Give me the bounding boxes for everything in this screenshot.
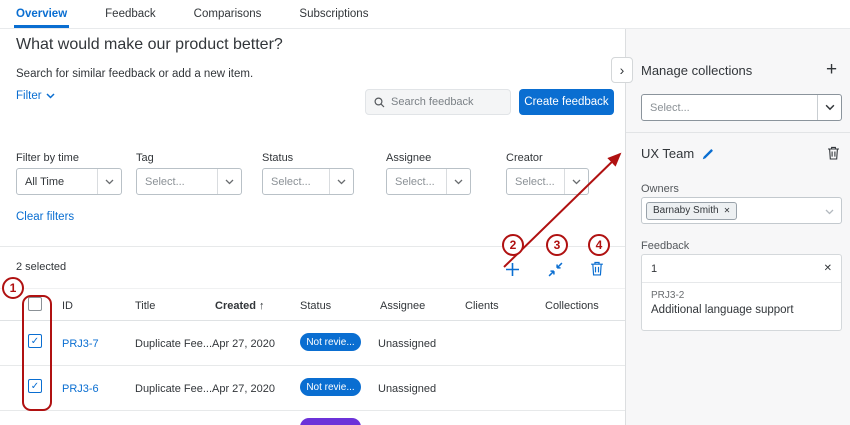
row-status-pill[interactable]: Not revie... [300, 378, 361, 396]
top-tab-bar: Overview Feedback Comparisons Subscripti… [0, 0, 850, 29]
tab-overview[interactable]: Overview [16, 0, 67, 28]
page-title: What would make our product better? [16, 36, 283, 54]
edit-icon[interactable] [702, 148, 714, 160]
filter-select-time[interactable]: All Time [16, 168, 122, 195]
divider [0, 410, 625, 411]
row-assignee: Unassigned [378, 383, 436, 395]
column-id[interactable]: ID [62, 300, 73, 312]
annotation-circle-4: 4 [588, 234, 610, 256]
search-icon [374, 97, 385, 108]
owners-select[interactable]: Barnaby Smith ✕ [641, 197, 842, 224]
filter-toggle[interactable]: Filter [16, 90, 55, 102]
owner-tag: Barnaby Smith ✕ [646, 202, 737, 220]
feedback-app-page: Overview Feedback Comparisons Subscripti… [0, 0, 850, 425]
chevron-down-icon [329, 169, 353, 194]
filter-select-tag[interactable]: Select... [136, 168, 242, 195]
row-status-pill[interactable]: Not revie... [300, 333, 361, 351]
feedback-filter-value: 1 [651, 263, 657, 275]
column-status[interactable]: Status [300, 300, 331, 312]
column-created-label: Created [215, 300, 256, 312]
feedback-item-title: Additional language support [651, 304, 832, 316]
filter-select-tag-value: Select... [137, 176, 217, 188]
chevron-down-icon [564, 169, 588, 194]
feedback-filter-row[interactable]: 1 ✕ [642, 255, 841, 283]
filter-select-creator[interactable]: Select... [506, 168, 589, 195]
filter-select-status[interactable]: Select... [262, 168, 354, 195]
column-title[interactable]: Title [135, 300, 155, 312]
column-assignee[interactable]: Assignee [380, 300, 425, 312]
annotation-rect-checkboxes [22, 295, 52, 411]
chevron-down-icon [825, 202, 834, 220]
filter-toggle-label: Filter [16, 90, 42, 102]
owners-label: Owners [641, 183, 679, 195]
remove-owner-icon[interactable]: ✕ [724, 206, 731, 215]
delete-collection-icon[interactable] [827, 146, 840, 164]
column-created[interactable]: Created ↑ [215, 300, 265, 312]
filter-label-time: Filter by time [16, 152, 79, 164]
tab-feedback[interactable]: Feedback [105, 0, 156, 28]
divider [0, 246, 625, 247]
search-placeholder: Search feedback [391, 96, 474, 108]
chevron-down-icon [97, 169, 121, 194]
filter-select-time-value: All Time [17, 176, 97, 188]
divider [0, 365, 625, 366]
filter-label-creator: Creator [506, 152, 543, 164]
annotation-circle-1: 1 [2, 277, 24, 299]
column-clients[interactable]: Clients [465, 300, 499, 312]
merge-icon[interactable] [548, 262, 563, 281]
add-collection-icon[interactable]: + [826, 60, 837, 79]
page-subtitle: Search for similar feedback or add a new… [16, 68, 253, 80]
filter-select-status-value: Select... [263, 176, 329, 188]
annotation-circle-2: 2 [502, 234, 524, 256]
sidebar-title: Manage collections [641, 63, 752, 78]
chevron-down-icon [446, 169, 470, 194]
feedback-label: Feedback [641, 240, 689, 252]
divider [0, 288, 625, 289]
row-title: Duplicate Fee... [135, 383, 212, 395]
chevron-down-icon [46, 93, 55, 99]
search-feedback-input[interactable]: Search feedback [365, 89, 511, 115]
divider [626, 132, 850, 133]
filter-select-assignee-value: Select... [387, 176, 446, 188]
row-id-link[interactable]: PRJ3-7 [62, 338, 99, 350]
annotation-circle-3: 3 [546, 234, 568, 256]
row-status-pill-partial[interactable] [300, 418, 361, 425]
feedback-item[interactable]: PRJ3-2 Additional language support [642, 283, 841, 316]
collection-select[interactable]: Select... [641, 94, 842, 121]
chevron-down-icon [817, 95, 841, 120]
filter-label-status: Status [262, 152, 293, 164]
sort-asc-icon: ↑ [259, 300, 265, 312]
manage-collections-panel [625, 29, 850, 425]
feedback-item-id: PRJ3-2 [651, 290, 832, 301]
owner-tag-label: Barnaby Smith [653, 205, 719, 216]
collection-name: UX Team [641, 146, 694, 161]
clear-feedback-filter-icon[interactable]: ✕ [824, 263, 832, 274]
row-title: Duplicate Fee... [135, 338, 212, 350]
row-created: Apr 27, 2020 [212, 383, 275, 395]
clear-filters-link[interactable]: Clear filters [16, 211, 74, 223]
collapse-panel-button[interactable]: › [611, 57, 633, 83]
delete-icon[interactable] [590, 261, 604, 280]
collection-header: UX Team [641, 146, 714, 161]
filter-select-creator-value: Select... [507, 176, 564, 188]
tab-subscriptions[interactable]: Subscriptions [299, 0, 368, 28]
filter-label-assignee: Assignee [386, 152, 431, 164]
add-to-collection-icon[interactable] [505, 262, 520, 281]
feedback-list-box: 1 ✕ PRJ3-2 Additional language support [641, 254, 842, 331]
chevron-right-icon: › [620, 62, 625, 78]
filter-label-tag: Tag [136, 152, 154, 164]
row-assignee: Unassigned [378, 338, 436, 350]
create-feedback-button[interactable]: Create feedback [519, 89, 614, 115]
column-collections[interactable]: Collections [545, 300, 599, 312]
row-created: Apr 27, 2020 [212, 338, 275, 350]
tab-comparisons[interactable]: Comparisons [194, 0, 262, 28]
row-id-link[interactable]: PRJ3-6 [62, 383, 99, 395]
collection-select-value: Select... [642, 102, 817, 114]
chevron-down-icon [217, 169, 241, 194]
divider [0, 320, 625, 321]
filter-select-assignee[interactable]: Select... [386, 168, 471, 195]
selected-count: 2 selected [16, 261, 66, 273]
